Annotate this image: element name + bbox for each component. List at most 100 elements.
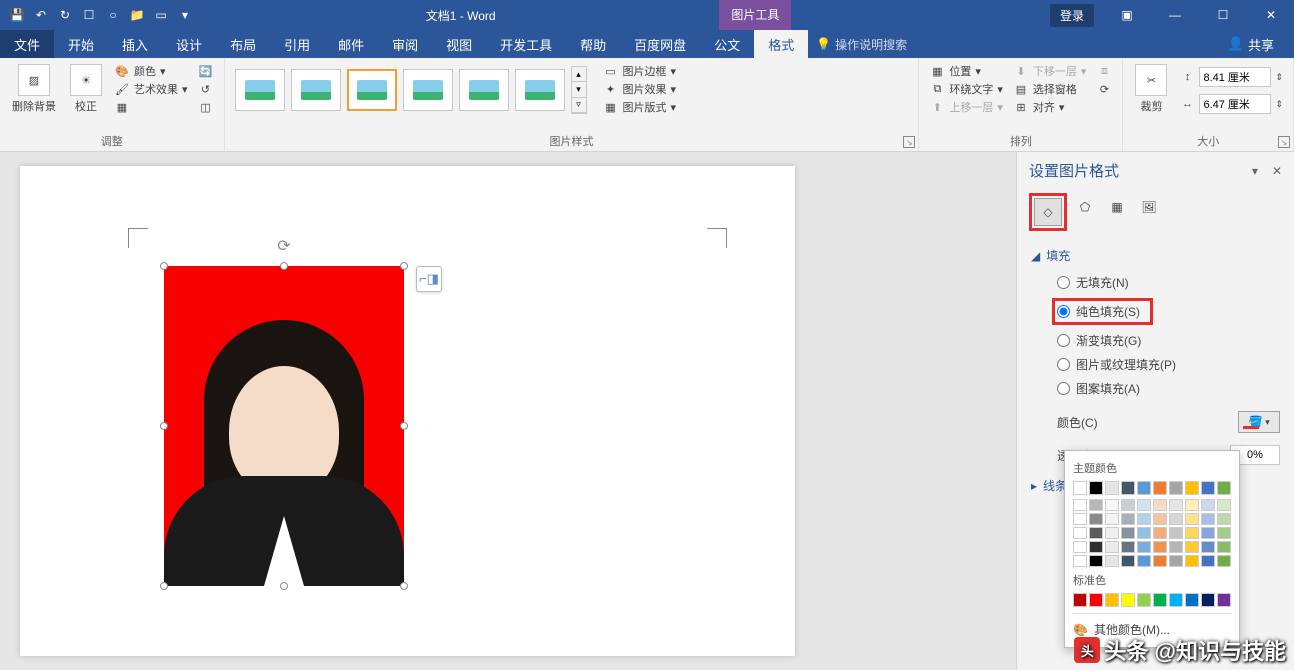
color-swatch[interactable] [1185,541,1199,553]
selected-picture[interactable]: ⟳ ⌐◨ [164,266,404,586]
redo-icon[interactable]: ↻ [56,6,74,24]
color-swatch[interactable] [1137,499,1151,511]
color-swatch[interactable] [1185,593,1199,607]
color-swatch[interactable] [1169,593,1183,607]
color-swatch[interactable] [1217,499,1231,511]
color-swatch[interactable] [1089,513,1103,525]
tab-gongwen[interactable]: 公文 [700,30,754,58]
color-swatch[interactable] [1153,541,1167,553]
color-swatch[interactable] [1121,593,1135,607]
spinner-icon[interactable]: ⇕ [1275,99,1283,110]
color-swatch[interactable] [1089,499,1103,511]
color-swatch[interactable] [1185,527,1199,539]
color-swatch[interactable] [1121,499,1135,511]
color-swatch[interactable] [1169,513,1183,525]
color-swatch[interactable] [1169,541,1183,553]
color-swatch[interactable] [1201,527,1215,539]
color-swatch[interactable] [1105,481,1119,495]
style-thumb[interactable] [515,69,565,111]
style-thumb[interactable] [403,69,453,111]
picture-effects-button[interactable]: ✦图片效果▾ [599,80,681,98]
resize-handle[interactable] [400,422,408,430]
ribbon-display-icon[interactable]: ▣ [1104,0,1150,30]
color-swatch[interactable] [1137,593,1151,607]
color-swatch[interactable] [1217,593,1231,607]
color-swatch[interactable] [1153,499,1167,511]
qat-dropdown-icon[interactable]: ▾ [176,6,194,24]
color-swatch[interactable] [1105,499,1119,511]
color-swatch[interactable] [1201,541,1215,553]
gradient-fill-radio[interactable]: 渐变填充(G) [1057,332,1284,349]
tab-format[interactable]: 格式 [754,30,808,58]
color-swatch[interactable] [1201,481,1215,495]
color-swatch[interactable] [1137,541,1151,553]
color-swatch[interactable] [1169,481,1183,495]
no-fill-radio[interactable]: 无填充(N) [1057,274,1284,291]
color-swatch[interactable] [1105,513,1119,525]
picture-border-button[interactable]: ▭图片边框▾ [599,62,681,80]
align-button[interactable]: ⊞对齐▾ [1009,98,1091,116]
style-thumb[interactable] [459,69,509,111]
color-swatch[interactable] [1073,481,1087,495]
resize-handle[interactable] [400,582,408,590]
minimize-icon[interactable]: — [1152,0,1198,30]
login-button[interactable]: 登录 [1050,4,1094,27]
height-input[interactable] [1199,67,1271,87]
color-swatch[interactable] [1105,593,1119,607]
color-swatch[interactable] [1121,481,1135,495]
color-swatch[interactable] [1137,555,1151,567]
color-swatch[interactable] [1153,513,1167,525]
color-swatch[interactable] [1121,513,1135,525]
maximize-icon[interactable]: ☐ [1200,0,1246,30]
style-thumb[interactable] [291,69,341,111]
open-icon[interactable]: 📁 [128,6,146,24]
color-swatch[interactable] [1089,541,1103,553]
transparency-button[interactable]: ◫ [194,98,218,116]
color-swatch[interactable] [1201,593,1215,607]
color-swatch[interactable] [1201,499,1215,511]
width-input[interactable] [1199,94,1271,114]
picture-tab-icon[interactable]: 🖼 [1135,193,1163,221]
style-thumb[interactable] [235,69,285,111]
tell-me-search[interactable]: 💡 操作说明搜索 [816,30,907,58]
color-swatch[interactable] [1137,481,1151,495]
rotate-handle-icon[interactable]: ⟳ [277,236,290,256]
color-swatch[interactable] [1185,481,1199,495]
color-swatch[interactable] [1073,513,1087,525]
color-swatch[interactable] [1073,555,1087,567]
color-swatch[interactable] [1137,513,1151,525]
fill-section-header[interactable]: ◢ 填充 [1017,241,1294,270]
document-canvas[interactable]: ⟳ ⌐◨ [0,152,1016,670]
save-icon[interactable]: 💾 [8,6,26,24]
position-button[interactable]: ▦位置▾ [925,62,1007,80]
color-swatch[interactable] [1121,555,1135,567]
resize-handle[interactable] [160,262,168,270]
color-swatch[interactable] [1105,527,1119,539]
tab-insert[interactable]: 插入 [108,30,162,58]
wrap-text-button[interactable]: ⧉环绕文字▾ [925,80,1007,98]
color-swatch[interactable] [1153,481,1167,495]
tab-baidu[interactable]: 百度网盘 [620,30,700,58]
color-swatch[interactable] [1201,513,1215,525]
layout-options-button[interactable]: ⌐◨ [416,266,442,292]
layout-tab-icon[interactable]: ▦ [1103,193,1131,221]
size-launcher[interactable]: ↘ [1278,136,1290,148]
color-swatch[interactable] [1073,527,1087,539]
share-button[interactable]: 👤 共享 [1208,30,1294,58]
pane-options-icon[interactable]: ▾ [1252,164,1258,178]
spinner-icon[interactable]: ⇕ [1275,72,1283,83]
color-swatch[interactable] [1169,555,1183,567]
color-swatch[interactable] [1217,541,1231,553]
color-swatch[interactable] [1201,555,1215,567]
fill-line-tab-icon[interactable]: ◇ [1034,198,1062,226]
selection-pane-button[interactable]: ▤选择窗格 [1009,80,1091,98]
tab-file[interactable]: 文件 [0,30,54,58]
tab-home[interactable]: 开始 [54,30,108,58]
picture-styles-gallery[interactable]: ▴▾▿ [231,62,591,118]
change-picture-button[interactable]: 🔄 [194,62,218,80]
color-swatch[interactable] [1185,513,1199,525]
color-swatch[interactable] [1089,593,1103,607]
color-swatch[interactable] [1217,555,1231,567]
tab-mailings[interactable]: 邮件 [324,30,378,58]
color-swatch[interactable] [1185,555,1199,567]
